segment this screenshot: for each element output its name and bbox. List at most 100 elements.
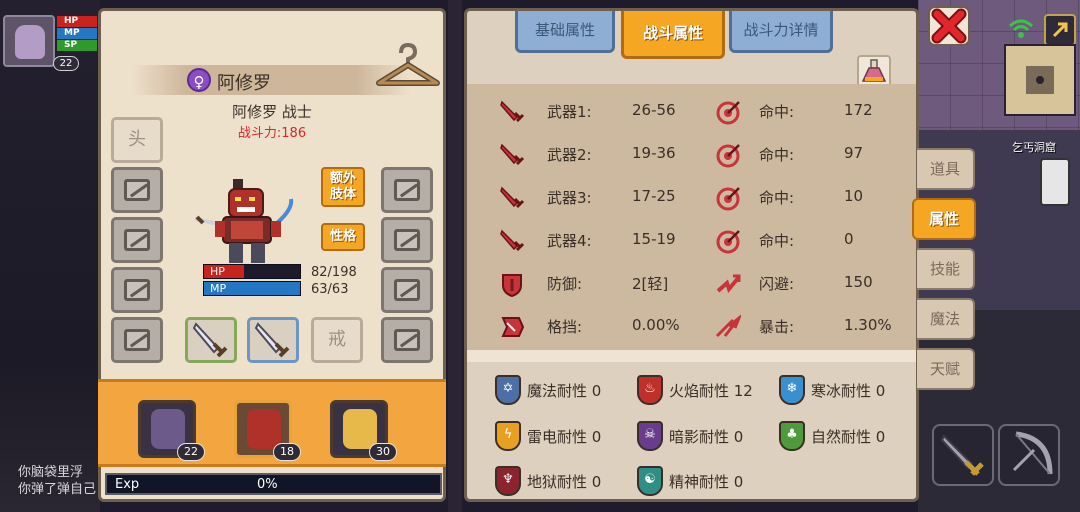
combat-stat-row: 武器3: 17-25 命中: 10 <box>467 182 916 212</box>
dodge-icon <box>716 274 741 294</box>
resistance-icon: ☠ <box>637 421 663 451</box>
resistance-icon: ♨ <box>637 375 663 405</box>
target-icon <box>716 230 740 254</box>
game-world-left <box>0 0 100 512</box>
combat-stat-row: 武器1: 26-56 命中: 172 <box>467 96 916 126</box>
tab-basic-attributes[interactable]: 基础属性 <box>515 11 615 53</box>
empty-slot-icon <box>124 179 150 201</box>
character-sprite <box>194 179 294 263</box>
empty-slot-icon <box>124 279 150 301</box>
hp-bar: HP <box>203 264 301 279</box>
combat-stats-section: 武器1: 26-56 命中: 172 武器2: 19-36 命中: 97 武器3: 17-25 命中… <box>467 84 916 350</box>
party-member-3[interactable]: 30 <box>330 400 397 461</box>
combat-stat-label: 防御: <box>547 275 583 293</box>
mp-value: 63/63 <box>311 282 349 297</box>
attribute-panel: 基础属性 战斗属性 战斗力详情 武器1: 26-56 命中: 172 武器2: 19-36… <box>464 8 919 502</box>
empty-slot-icon <box>394 329 420 351</box>
resistance-icon: ✡ <box>495 375 521 405</box>
exp-label: Exp <box>115 477 140 492</box>
combat-stat-value: 15-19 <box>632 230 676 248</box>
player-vitals: HP MP SP <box>57 16 97 52</box>
side-tab-magic[interactable]: 魔法 <box>917 298 975 340</box>
combat-stat-value: 0 <box>844 230 854 248</box>
party-portrait <box>247 409 281 449</box>
hud-hp-bar: HP <box>57 16 97 27</box>
sword-icon <box>940 434 984 476</box>
equip-slot-ring[interactable]: 戒 <box>311 317 363 363</box>
minimap[interactable] <box>1004 44 1076 116</box>
weapon-slot-1[interactable] <box>185 317 237 363</box>
section-divider <box>467 350 916 362</box>
combat-stat-label: 命中: <box>759 103 795 121</box>
equip-slot[interactable] <box>381 167 433 213</box>
head-slot-label: 头 <box>128 129 146 150</box>
combat-stat-row: 武器4: 15-19 命中: 0 <box>467 225 916 255</box>
minimap-icon <box>1012 52 1068 108</box>
equip-slot[interactable] <box>381 317 433 363</box>
party-level-badge: 18 <box>273 443 301 461</box>
sword-icon <box>500 143 525 166</box>
potion-flask-icon <box>861 59 887 82</box>
combat-stat-value: 1.30% <box>844 316 892 334</box>
combat-stat-value: 17-25 <box>632 187 676 205</box>
resistance-glyph: ♣ <box>786 427 798 442</box>
crit-icon <box>715 314 741 338</box>
empty-slot-icon <box>124 329 150 351</box>
party-bar: 22 18 30 <box>98 379 446 467</box>
sword-icon <box>254 322 290 358</box>
extra-limb-button[interactable]: 额外 肢体 <box>321 167 365 207</box>
export-button[interactable] <box>1044 14 1076 46</box>
combat-stat-row: 格挡: 0.00% 暴击: 1.30% <box>467 311 916 341</box>
close-icon[interactable] <box>928 6 970 46</box>
combat-stat-value: 172 <box>844 101 873 119</box>
equip-slot[interactable] <box>111 267 163 313</box>
equip-slot[interactable] <box>111 317 163 363</box>
resistance-glyph: ❄ <box>786 381 798 396</box>
equip-slot[interactable] <box>111 217 163 263</box>
equip-slot[interactable] <box>381 267 433 313</box>
combat-stat-label: 闪避: <box>759 275 795 293</box>
character-panel: ♀ 阿修罗 阿修罗 战士 战斗力:186 头 戒 额外 肢体 性格 HP 82/… <box>98 8 446 502</box>
bow-action-button[interactable] <box>998 424 1060 486</box>
tab-combat-attributes[interactable]: 战斗属性 <box>621 11 725 59</box>
hud-mp-bar: MP <box>57 28 97 39</box>
player-face <box>15 25 45 59</box>
name-ribbon <box>131 65 411 95</box>
side-tab-skills[interactable]: 技能 <box>917 248 975 290</box>
resistance-label: 自然耐性 0 <box>811 428 886 446</box>
party-member-1[interactable]: 22 <box>138 400 205 461</box>
party-member-2[interactable]: 18 <box>234 400 301 461</box>
tab-power-details[interactable]: 战斗力详情 <box>729 11 833 53</box>
combat-stat-label: 命中: <box>759 146 795 164</box>
target-icon <box>716 101 740 125</box>
hp-value: 82/198 <box>311 265 357 280</box>
combat-stat-label: 武器4: <box>547 232 592 250</box>
combat-stat-label: 格挡: <box>547 318 583 336</box>
phone-icon[interactable] <box>1040 158 1070 206</box>
combat-stat-value: 10 <box>844 187 864 205</box>
combat-stat-label: 暴击: <box>759 318 795 336</box>
side-tab-attributes[interactable]: 属性 <box>912 198 976 240</box>
ring-slot-label: 戒 <box>328 329 346 350</box>
equip-slot[interactable] <box>381 217 433 263</box>
player-avatar[interactable] <box>3 15 55 67</box>
equip-slot-head[interactable]: 头 <box>111 117 163 163</box>
empty-slot-icon <box>394 229 420 251</box>
equip-slot[interactable] <box>111 167 163 213</box>
block-icon <box>501 317 525 337</box>
resistance-glyph: ☯ <box>644 472 656 487</box>
sword-action-button[interactable] <box>932 424 994 486</box>
hanger-icon[interactable] <box>375 43 441 91</box>
weapon-slot-2[interactable] <box>247 317 299 363</box>
personality-button[interactable]: 性格 <box>321 223 365 251</box>
exp-value: 0% <box>257 477 278 492</box>
resistance-label: 魔法耐性 0 <box>527 382 602 400</box>
resistance-label: 火焰耐性 12 <box>669 382 753 400</box>
sword-icon <box>500 186 525 209</box>
player-level-badge: 22 <box>53 56 79 71</box>
wifi-icon <box>1008 19 1034 38</box>
side-tab-items[interactable]: 道具 <box>917 148 975 190</box>
side-tab-talent[interactable]: 天赋 <box>917 348 975 390</box>
arrow-icon <box>1052 22 1068 38</box>
combat-stat-value: 0.00% <box>632 316 680 334</box>
